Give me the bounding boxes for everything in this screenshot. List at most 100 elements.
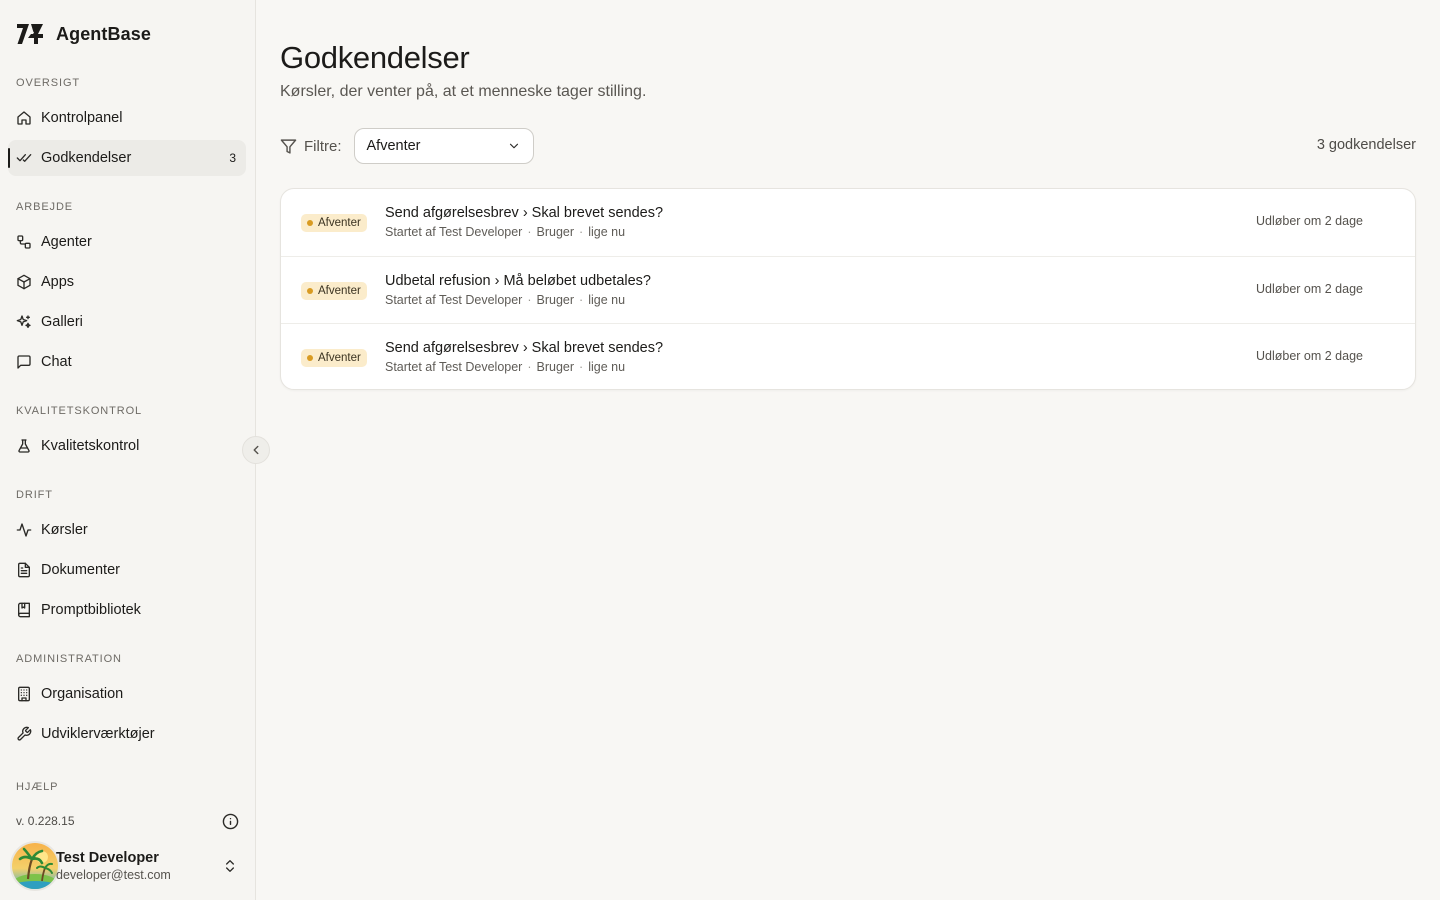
- status-label: Afventer: [318, 352, 361, 364]
- main-content: Godkendelser Kørsler, der venter på, at …: [256, 0, 1440, 900]
- separator-dot: ·: [579, 293, 584, 307]
- sidebar-item-label: Udviklerværktøjer: [41, 726, 155, 742]
- status-badge: Afventer: [301, 349, 367, 367]
- approval-started-by: Startet af Test Developer: [385, 360, 523, 374]
- app-name: AgentBase: [56, 23, 151, 44]
- sidebar-item-label: Agenter: [41, 234, 92, 250]
- check-check-icon: [16, 150, 32, 166]
- sidebar-item-label: Apps: [41, 274, 75, 290]
- approval-title: Send afgørelsesbrev › Skal brevet sendes…: [385, 205, 664, 221]
- status-dot: [307, 288, 313, 294]
- chevrons-up-down-icon: [226, 860, 234, 872]
- sidebar-item-agents[interactable]: Agenter: [8, 224, 246, 260]
- approval-when: lige nu: [588, 360, 626, 374]
- book-icon: [16, 602, 32, 618]
- approval-role: Bruger: [536, 293, 575, 307]
- brand[interactable]: AgentBase: [16, 20, 151, 48]
- status-dot: [307, 220, 313, 226]
- sidebar-item-apps[interactable]: Apps: [8, 264, 246, 300]
- status-filter-select[interactable]: Afventer: [353, 128, 534, 164]
- message-square-icon: [16, 354, 32, 370]
- section-label-help: HJÆLP: [16, 781, 59, 793]
- page-subtitle: Kørsler, der venter på, at et menneske t…: [280, 83, 647, 100]
- separator-dot: ·: [579, 360, 584, 374]
- separator-dot: ·: [579, 225, 584, 239]
- approvals-count-badge: 3: [229, 151, 236, 165]
- status-label: Afventer: [318, 285, 361, 297]
- separator-dot: ·: [527, 360, 532, 374]
- approval-meta: Startet af Test Developer · Bruger · lig…: [385, 360, 625, 374]
- approval-title: Send afgørelsesbrev › Skal brevet sendes…: [385, 340, 664, 356]
- page-title: Godkendelser: [280, 40, 470, 75]
- sidebar-item-label: Galleri: [41, 314, 83, 330]
- filter-icon: [280, 138, 297, 154]
- filter-bar: Filtre: Afventer: [280, 128, 534, 164]
- sidebar-item-quality[interactable]: Kvalitetskontrol: [8, 428, 246, 464]
- sidebar-item-prompts[interactable]: Promptbibliotek: [8, 592, 246, 628]
- agentbase-logo-icon: [17, 24, 43, 44]
- section-label-operations: DRIFT: [16, 489, 53, 501]
- approval-meta: Startet af Test Developer · Bruger · lig…: [385, 293, 625, 307]
- sidebar-item-documents[interactable]: Dokumenter: [8, 552, 246, 588]
- home-icon: [16, 110, 32, 126]
- approval-row[interactable]: Afventer Send afgørelsesbrev › Skal brev…: [281, 189, 1415, 256]
- flask-icon: [16, 438, 32, 454]
- approval-started-by: Startet af Test Developer: [385, 225, 523, 239]
- sidebar-item-label: Promptbibliotek: [41, 602, 141, 618]
- section-label-work: ARBEJDE: [16, 201, 74, 213]
- approval-started-by: Startet af Test Developer: [385, 293, 523, 307]
- section-label-quality: KVALITETSKONTROL: [16, 405, 143, 417]
- approval-expiry: Udløber om 2 dage: [1255, 349, 1363, 363]
- sidebar-item-devtools[interactable]: Udviklerværktøjer: [8, 716, 246, 752]
- separator-dot: ·: [527, 293, 532, 307]
- section-label-administration: ADMINISTRATION: [16, 653, 122, 665]
- user-menu[interactable]: Test Developer developer@test.com: [12, 842, 248, 890]
- approval-title: Udbetal refusion › Må beløbet udbetales?: [385, 273, 651, 289]
- sidebar-item-label: Organisation: [41, 686, 124, 702]
- approval-meta: Startet af Test Developer · Bruger · lig…: [385, 225, 625, 239]
- status-filter-value: Afventer: [366, 138, 421, 154]
- status-label: Afventer: [318, 217, 361, 229]
- user-info: Test Developer developer@test.com: [56, 850, 171, 882]
- approvals-list: Afventer Send afgørelsesbrev › Skal brev…: [280, 188, 1416, 390]
- sidebar-item-label: Chat: [41, 354, 72, 370]
- status-badge: Afventer: [301, 282, 367, 300]
- approval-row[interactable]: Afventer Send afgørelsesbrev › Skal brev…: [281, 323, 1415, 389]
- user-name: Test Developer: [56, 850, 159, 866]
- sparkles-icon: [16, 314, 32, 330]
- activity-icon: [16, 522, 32, 538]
- status-dot: [307, 355, 313, 361]
- sidebar-item-label: Kørsler: [41, 522, 88, 538]
- status-badge: Afventer: [301, 214, 367, 232]
- approval-role: Bruger: [536, 360, 575, 374]
- approval-role: Bruger: [536, 225, 575, 239]
- sidebar-item-approvals[interactable]: Godkendelser 3: [8, 140, 246, 176]
- approval-when: lige nu: [588, 293, 626, 307]
- sidebar-item-runs[interactable]: Kørsler: [8, 512, 246, 548]
- approval-expiry: Udløber om 2 dage: [1255, 282, 1363, 296]
- filter-label: Filtre:: [304, 137, 342, 155]
- approval-expiry: Udløber om 2 dage: [1255, 214, 1363, 228]
- approvals-count: 3 godkendelser: [1316, 137, 1416, 153]
- app-version: v. 0.228.15: [16, 814, 75, 828]
- separator-dot: ·: [527, 225, 532, 239]
- sidebar-item-label: Kontrolpanel: [41, 110, 123, 126]
- workflow-icon: [16, 234, 32, 250]
- approval-row[interactable]: Afventer Udbetal refusion › Må beløbet u…: [281, 256, 1415, 323]
- sidebar-item-organization[interactable]: Organisation: [8, 676, 246, 712]
- avatar: [12, 843, 58, 889]
- sidebar-item-chat[interactable]: Chat: [8, 344, 246, 380]
- info-icon[interactable]: [222, 813, 239, 830]
- sidebar-item-gallery[interactable]: Galleri: [8, 304, 246, 340]
- user-email: developer@test.com: [56, 868, 171, 882]
- box-icon: [16, 274, 32, 290]
- sidebar-item-label: Kvalitetskontrol: [41, 438, 140, 454]
- building-icon: [16, 686, 32, 702]
- section-label-overview: OVERSIGT: [16, 77, 81, 89]
- wrench-icon: [16, 726, 32, 742]
- sidebar-item-dashboard[interactable]: Kontrolpanel: [8, 100, 246, 136]
- sidebar-item-label: Godkendelser: [41, 150, 132, 166]
- file-text-icon: [16, 562, 32, 578]
- chevron-down-icon: [509, 143, 518, 149]
- sidebar-item-label: Dokumenter: [41, 562, 120, 578]
